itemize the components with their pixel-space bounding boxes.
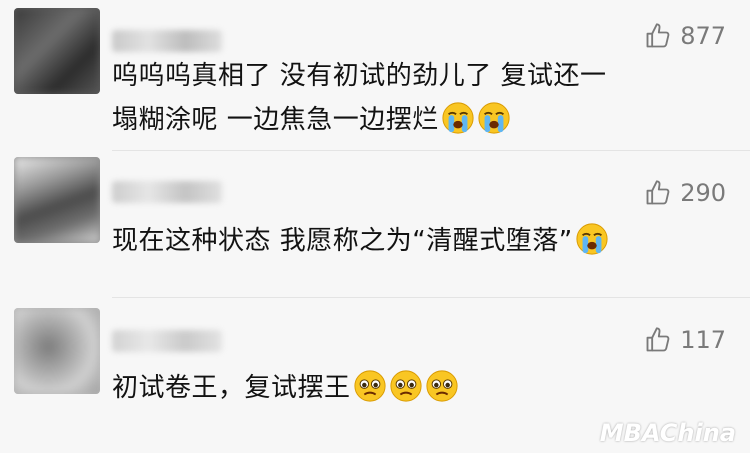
comment-line: 呜呜呜真相了 没有初试的劲儿了 复试还一 — [112, 61, 607, 91]
comment-line: 初试卷王，复试摆王 — [112, 373, 351, 403]
comment-text: 现在这种状态 我愿称之为“清醒式堕落” — [112, 219, 724, 263]
like-button[interactable]: 877 — [644, 22, 726, 50]
crying-face-icon — [478, 102, 510, 134]
pleading-face-icon — [425, 370, 458, 402]
thumbs-up-icon — [646, 327, 670, 352]
pleading-face-icon — [353, 370, 386, 402]
thumbs-up-icon — [646, 23, 670, 48]
pleading-face-icon — [389, 370, 422, 402]
avatar[interactable] — [14, 308, 100, 394]
like-count: 877 — [680, 22, 726, 50]
like-count: 290 — [680, 179, 726, 207]
watermark: MBAChina — [599, 419, 736, 447]
comment-line: 塌糊涂呢 一边焦急一边摆烂 — [112, 105, 439, 135]
comment-text: 初试卷王，复试摆王 — [112, 366, 724, 410]
like-button[interactable]: 117 — [644, 326, 726, 354]
like-count: 117 — [680, 326, 726, 354]
like-button[interactable]: 290 — [644, 179, 726, 207]
avatar[interactable] — [14, 157, 100, 243]
comment-item: 290 现在这种状态 我愿称之为“清醒式堕落” — [0, 151, 750, 297]
comment-line: 现在这种状态 我愿称之为“清醒式堕落” — [112, 226, 573, 256]
comment-line-wrap: 塌糊涂呢 一边焦急一边摆烂 — [112, 98, 724, 142]
username-blurred[interactable] — [112, 330, 222, 352]
comment-item: 877 呜呜呜真相了 没有初试的劲儿了 复试还一 塌糊涂呢 一边焦急一边摆烂 — [0, 0, 750, 150]
thumbs-up-icon — [646, 180, 670, 205]
comment-text: 呜呜呜真相了 没有初试的劲儿了 复试还一 塌糊涂呢 一边焦急一边摆烂 — [112, 54, 724, 142]
crying-face-icon — [442, 102, 474, 134]
comment-line-wrap: 现在这种状态 我愿称之为“清醒式堕落” — [112, 219, 724, 263]
comment-line-wrap: 初试卷王，复试摆王 — [112, 366, 724, 410]
username-blurred[interactable] — [112, 30, 222, 52]
avatar[interactable] — [14, 8, 100, 94]
crying-face-icon — [576, 223, 608, 255]
username-blurred[interactable] — [112, 181, 222, 203]
